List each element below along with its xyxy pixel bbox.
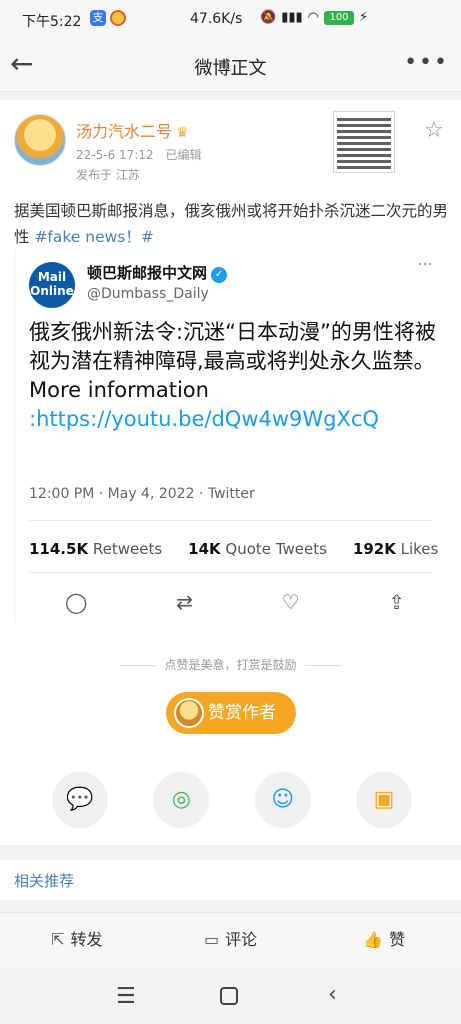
divider — [29, 572, 432, 573]
thumbs-up-icon: 👍 — [363, 930, 384, 949]
retweet-icon: ⇄ — [176, 590, 193, 614]
like-button[interactable]: 👍 赞 — [307, 913, 461, 968]
battery-icon: 100 — [324, 10, 354, 25]
quotes-count: 14K — [188, 540, 221, 558]
wechat-share-icon[interactable]: 💬 — [52, 772, 108, 828]
retweets-count: 114.5K — [29, 540, 89, 558]
related-tab[interactable]: 相关推荐 — [14, 870, 74, 891]
system-nav-bar: ☰ ‹ — [0, 972, 461, 1024]
post-text: 据美国顿巴斯邮报消息，俄亥俄州或将开始扑杀沉迷二次元的男性 #fake news… — [14, 198, 449, 250]
post-location: 发布于 江苏 — [76, 168, 140, 182]
favorite-star-icon[interactable]: ☆ — [424, 118, 444, 143]
reply-icon: ◯ — [65, 590, 88, 614]
repost-button[interactable]: ⇱ 转发 — [0, 913, 154, 968]
mail-online-logo: Mail Online — [29, 262, 75, 308]
quotes-label: Quote Tweets — [225, 540, 327, 558]
quotes-stat: 14K Quote Tweets — [188, 540, 327, 558]
share-icon: ⇪ — [388, 590, 405, 614]
moments-share-icon[interactable]: ◎ — [153, 772, 210, 828]
qq-share-icon[interactable]: ☺ — [254, 772, 311, 828]
post-meta: 22-5-6 17:12 已编辑 — [76, 146, 209, 163]
tweet-body-text: 俄亥俄州新法令:沉迷“日本动漫”的男性将被视为潜在精神障碍,最高或将判处永久监禁… — [29, 320, 436, 373]
tweet-timestamp: 12:00 PM · May 4, 2022 · Twitter — [29, 486, 255, 502]
save-image-icon[interactable]: ▣ — [355, 772, 412, 828]
author-avatar[interactable] — [14, 114, 66, 166]
retweets-label: Retweets — [92, 540, 163, 558]
tweet-more-info: More information — [29, 378, 209, 402]
charging-icon: ⚡ — [359, 10, 369, 25]
tweet-account-name: 顿巴斯邮报中文网 ✓ — [87, 262, 228, 283]
comment-label: 评论 — [225, 930, 258, 949]
home-icon[interactable] — [220, 987, 238, 1005]
likes-stat: 192K Likes — [353, 540, 438, 558]
menu-icon[interactable]: ☰ — [116, 984, 136, 1009]
likes-label: Likes — [400, 540, 439, 558]
wifi-icon: ◠ — [307, 10, 319, 25]
bottom-action-bar: ⇱ 转发 ▭ 评论 👍 赞 — [0, 912, 461, 968]
weibo-post: 汤力汽水二号 ♛ 22-5-6 17:12 已编辑 发布于 江苏 ☆ 据美国顿巴斯… — [0, 100, 461, 845]
app-notification-icon: 支 — [90, 10, 106, 26]
author-name-text: 汤力汽水二号 — [76, 122, 173, 141]
network-speed: 47.6K/s — [190, 11, 243, 27]
tweet-action-row: ◯ ⇄ ♡ ⇪ — [65, 590, 405, 614]
crown-badge-icon: ♛ — [176, 125, 189, 141]
status-time: 下午5:22 — [22, 14, 82, 30]
tweet-stats: 114.5K Retweets 14K Quote Tweets 192K Li… — [29, 540, 438, 558]
top-nav-bar: ← 微博正文 ••• — [0, 40, 461, 92]
tweet-more-icon: ⋯ — [417, 254, 433, 273]
tweet-handle: @Dumbass_Daily — [87, 286, 209, 302]
embedded-tweet-image[interactable]: Mail Online 顿巴斯邮报中文网 ✓ @Dumbass_Daily ⋯ 俄… — [14, 250, 447, 622]
notification-icons: 支 — [90, 10, 126, 26]
reward-divider-text: 点赞是美意，打赏是鼓励 — [0, 656, 461, 673]
system-back-icon[interactable]: ‹ — [328, 982, 337, 1007]
tweet-account-name-text: 顿巴斯邮报中文网 — [87, 264, 208, 282]
comment-button[interactable]: ▭ 评论 — [154, 913, 308, 968]
verified-badge-icon: ✓ — [211, 267, 228, 283]
author-name[interactable]: 汤力汽水二号 ♛ — [76, 118, 189, 142]
qr-code-icon[interactable] — [333, 111, 395, 173]
hashtag-link[interactable]: #fake news！# — [34, 228, 153, 246]
mute-icon: 🔕 — [260, 10, 277, 25]
status-bar: 下午5:22 支 47.6K/s 🔕 ▮▮▮ ◠ 100 ⚡ — [0, 0, 461, 40]
repost-icon: ⇱ — [51, 930, 65, 949]
page-title: 微博正文 — [194, 58, 267, 79]
heart-icon: ♡ — [281, 590, 300, 614]
repost-label: 转发 — [70, 930, 103, 949]
comment-icon: ▭ — [203, 930, 220, 949]
share-row: 💬 ◎ ☺ ▣ — [52, 772, 412, 828]
retweets-stat: 114.5K Retweets — [29, 540, 162, 558]
signal-icon: ▮▮▮ — [281, 10, 303, 25]
tweet-body: 俄亥俄州新法令:沉迷“日本动漫”的男性将被视为潜在精神障碍,最高或将判处永久监禁… — [29, 318, 439, 434]
like-label: 赞 — [389, 930, 406, 949]
reward-button-label: 赞赏作者 — [208, 703, 276, 723]
reward-author-button[interactable]: 赞赏作者 — [166, 692, 296, 734]
system-icons: 🔕 ▮▮▮ ◠ 100 ⚡ — [260, 10, 368, 25]
reward-avatar — [174, 698, 204, 728]
likes-count: 192K — [352, 540, 396, 558]
more-options-icon[interactable]: ••• — [404, 50, 449, 75]
related-section: 相关推荐 — [0, 860, 461, 900]
divider — [29, 520, 432, 521]
tweet-link: :https://youtu.be/dQw4w9WgXcQ — [29, 407, 379, 431]
post-date: 22-5-6 17:12 — [76, 148, 154, 162]
edited-label: 已编辑 — [165, 148, 202, 162]
weibo-notification-icon — [110, 10, 126, 26]
